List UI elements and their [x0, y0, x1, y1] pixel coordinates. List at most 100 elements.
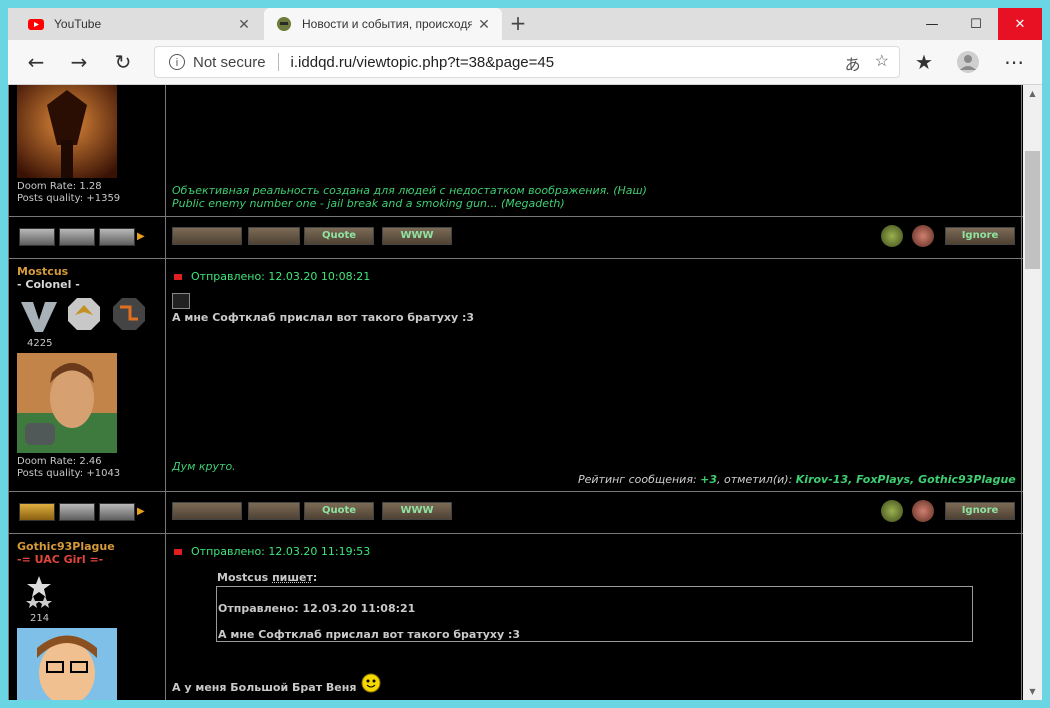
star-icon[interactable]: ☆	[875, 51, 889, 75]
left-border	[8, 85, 9, 700]
avatar	[17, 628, 117, 700]
tab-title: Новости и события, происходя	[302, 17, 472, 31]
row-divider	[8, 533, 1023, 534]
url-text: i.iddqd.ru/viewtopic.php?t=38&page=45	[290, 53, 555, 71]
eagle-badge-icon	[68, 298, 100, 330]
avatar	[17, 85, 117, 178]
profile-avatar-icon[interactable]	[954, 48, 982, 76]
circuit-badge-icon	[113, 298, 145, 330]
username[interactable]: Gothic93Plague	[17, 540, 115, 553]
quote-word: пишет	[272, 571, 313, 584]
divider	[277, 53, 279, 71]
rating-value: +3	[700, 473, 718, 486]
user-rank: - Colonel -	[17, 278, 80, 291]
post-rating: Рейтинг сообщения: +3, отметил(и): Kirov…	[578, 473, 1016, 486]
medal-icon	[19, 503, 55, 521]
quote-button[interactable]: Quote	[304, 227, 374, 245]
favorites-icon[interactable]: ★	[910, 48, 938, 76]
row-divider	[8, 216, 1023, 217]
profile-button[interactable]	[172, 227, 242, 245]
browser-toolbar: ← → ↻ i Not secure i.iddqd.ru/viewtopic.…	[8, 40, 1042, 85]
user-rank: -= UAC Girl =-	[17, 553, 104, 566]
doomguy-face-icon[interactable]	[881, 500, 903, 522]
scroll-up-icon[interactable]: ▲	[1023, 85, 1042, 102]
broken-image-icon	[172, 293, 190, 309]
quote-box: Отправлено: 12.03.20 11:08:21 А мне Софт…	[216, 586, 973, 642]
doomguy-face-icon[interactable]	[881, 225, 903, 247]
tab-iddqd[interactable]: Новости и события, происходя ✕	[264, 8, 502, 40]
row-divider	[8, 258, 1023, 259]
posted-text: Отправлено: 12.03.20 11:19:53	[191, 545, 371, 558]
posted-text: Отправлено: 12.03.20 10:08:21	[191, 270, 371, 283]
medal-icon	[99, 503, 135, 521]
post-timestamp: Отправлено: 12.03.20 10:08:21	[174, 270, 370, 283]
close-tab-icon[interactable]: ✕	[232, 16, 256, 33]
arrow-right-icon[interactable]: ▶	[137, 231, 145, 242]
ignore-button[interactable]: Ignore	[945, 502, 1015, 520]
scroll-thumb[interactable]	[1025, 151, 1040, 269]
demon-face-icon[interactable]	[912, 225, 934, 247]
signature-line: Public enemy number one - jail break and…	[172, 197, 565, 210]
medal-icon	[59, 503, 95, 521]
translate-icon[interactable]: あ	[845, 51, 861, 75]
post-count: 214	[30, 613, 50, 624]
post-message: А у меня Большой Брат Веня	[172, 681, 357, 694]
doomguy-icon	[277, 17, 291, 31]
rating-users[interactable]: Kirov-13, FoxPlays, Gothic93Plague	[796, 473, 1016, 486]
doom-rate: Doom Rate: 2.46	[17, 456, 102, 467]
posts-quality: Posts quality: +1043	[17, 468, 121, 479]
demon-face-icon[interactable]	[912, 500, 934, 522]
signature-line: Объективная реальность создана для людей…	[172, 184, 647, 197]
back-arrow-icon[interactable]: ←	[22, 48, 50, 76]
posts-quality: Posts quality: +1359	[17, 193, 121, 204]
arrow-right-icon[interactable]: ▶	[137, 506, 145, 517]
medal-icon	[59, 228, 95, 246]
flag-icon	[174, 548, 182, 555]
address-bar[interactable]: i Not secure i.iddqd.ru/viewtopic.php?t=…	[154, 46, 900, 78]
tab-title: YouTube	[54, 17, 102, 31]
forward-arrow-icon[interactable]: →	[65, 48, 93, 76]
info-icon[interactable]: i	[169, 54, 185, 70]
quote-author[interactable]: Mostcus	[217, 571, 268, 584]
ignore-button[interactable]: Ignore	[945, 227, 1015, 245]
quote-header: Mostcus пишет:	[217, 571, 318, 584]
pm-button[interactable]	[248, 227, 300, 245]
close-tab-icon[interactable]: ✕	[472, 16, 496, 33]
www-button[interactable]: WWW	[382, 502, 452, 520]
more-menu-icon[interactable]: ⋯	[1000, 48, 1028, 76]
window-close-icon[interactable]: ✕	[998, 8, 1042, 40]
rank-v-icon	[21, 302, 57, 332]
rating-mid: , отметил(и):	[717, 473, 793, 486]
profile-button[interactable]	[172, 502, 242, 520]
stars-rank-icon	[26, 576, 52, 608]
scrollbar[interactable]: ▲ ▼	[1023, 85, 1042, 700]
www-button[interactable]: WWW	[382, 227, 452, 245]
username[interactable]: Mostcus	[17, 265, 68, 278]
signature-line: Дум круто.	[172, 460, 236, 473]
scroll-down-icon[interactable]: ▼	[1023, 683, 1042, 700]
medal-icon	[99, 228, 135, 246]
rating-label: Рейтинг сообщения:	[578, 473, 697, 486]
medal-icon	[19, 228, 55, 246]
tab-youtube[interactable]: YouTube ✕	[16, 8, 262, 40]
security-label: Not secure	[193, 53, 266, 71]
flag-icon	[174, 273, 182, 280]
page-viewport: Doom Rate: 1.28 Posts quality: +1359 Объ…	[8, 85, 1023, 700]
post-count: 4225	[27, 338, 53, 349]
new-tab-button[interactable]: +	[506, 12, 530, 36]
maximize-icon[interactable]: ☐	[954, 8, 998, 40]
youtube-icon	[28, 19, 44, 30]
quote-button[interactable]: Quote	[304, 502, 374, 520]
tab-strip: YouTube ✕ Новости и события, происходя ✕…	[8, 8, 1042, 40]
doom-rate: Doom Rate: 1.28	[17, 181, 102, 192]
smiley-icon	[361, 673, 381, 693]
pm-button[interactable]	[248, 502, 300, 520]
refresh-icon[interactable]: ↻	[109, 48, 137, 76]
post-timestamp: Отправлено: 12.03.20 11:19:53	[174, 545, 370, 558]
column-divider	[165, 85, 166, 700]
right-border	[1021, 85, 1022, 700]
post-message: А мне Софтклаб прислал вот такого братух…	[172, 311, 475, 324]
row-divider	[8, 491, 1023, 492]
minimize-icon[interactable]: —	[910, 8, 954, 40]
quote-posted: Отправлено: 12.03.20 11:08:21	[218, 602, 416, 615]
